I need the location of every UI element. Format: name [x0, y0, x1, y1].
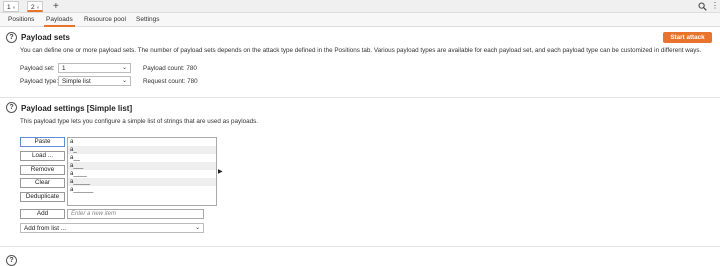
add-from-list-select[interactable]: Add from list ... ⌄	[20, 223, 204, 233]
tab-positions[interactable]: Positions	[6, 13, 36, 27]
payload-set-select[interactable]: 1 ⌄	[58, 63, 131, 73]
more-options-icon[interactable]: ⋮	[711, 1, 719, 11]
instance-tab-bar	[0, 0, 720, 13]
expand-arrow-icon[interactable]: ▶	[218, 168, 223, 175]
help-icon[interactable]: ?	[6, 102, 17, 113]
paste-button[interactable]: Paste	[20, 137, 65, 147]
list-item[interactable]: a_	[68, 146, 216, 154]
section-divider	[0, 246, 720, 247]
list-item[interactable]: a__	[68, 154, 216, 162]
payload-type-value: Simple list	[62, 78, 91, 85]
payload-set-value: 1	[62, 65, 66, 72]
tab-resource-pool[interactable]: Resource pool	[82, 13, 128, 27]
chevron-down-icon: ⌄	[121, 78, 127, 84]
payload-count: Payload count: 780	[143, 65, 197, 72]
payload-type-label: Payload type:	[20, 78, 59, 85]
tab-settings[interactable]: Settings	[134, 13, 162, 27]
clear-button[interactable]: Clear	[20, 178, 65, 188]
payload-type-select[interactable]: Simple list ⌄	[58, 76, 131, 86]
payload-list[interactable]: a a_ a__ a___ a____ a_____ a______	[67, 137, 217, 206]
deduplicate-button[interactable]: Deduplicate	[20, 192, 65, 202]
list-item[interactable]: a______	[68, 186, 216, 194]
close-icon[interactable]: ×	[37, 5, 40, 10]
add-from-list-value: Add from list ...	[24, 225, 66, 232]
add-button[interactable]: Add	[20, 209, 65, 219]
chevron-down-icon: ⌄	[121, 65, 127, 71]
instance-tab-2[interactable]: 2 ×	[27, 1, 44, 12]
payload-settings-title: Payload settings [Simple list]	[21, 104, 133, 113]
list-item[interactable]: a	[68, 138, 216, 146]
chevron-down-icon: ⌄	[194, 225, 200, 231]
payload-set-label: Payload set:	[20, 65, 55, 72]
payload-sets-description: You can define one or more payload sets.…	[20, 47, 702, 54]
new-item-input[interactable]: Enter a new item	[67, 209, 204, 219]
remove-button[interactable]: Remove	[20, 165, 65, 175]
list-item[interactable]: a_____	[68, 178, 216, 186]
new-tab-button[interactable]: +	[53, 0, 59, 13]
instance-tab-label: 1	[7, 4, 11, 11]
section-divider	[0, 97, 720, 98]
load-button[interactable]: Load ...	[20, 151, 65, 161]
list-item[interactable]: a___	[68, 162, 216, 170]
instance-tab-label: 2	[31, 4, 35, 11]
payload-settings-description: This payload type lets you configure a s…	[20, 118, 259, 125]
close-icon[interactable]: ×	[13, 5, 16, 10]
instance-tab-1[interactable]: 1 ×	[3, 1, 20, 12]
start-attack-button[interactable]: Start attack	[663, 32, 712, 43]
help-icon[interactable]: ?	[6, 32, 17, 43]
list-item[interactable]: a____	[68, 170, 216, 178]
search-icon[interactable]	[698, 2, 707, 11]
request-count: Request count: 780	[143, 78, 198, 85]
tab-payloads[interactable]: Payloads	[44, 13, 75, 27]
payload-sets-title: Payload sets	[21, 33, 70, 42]
